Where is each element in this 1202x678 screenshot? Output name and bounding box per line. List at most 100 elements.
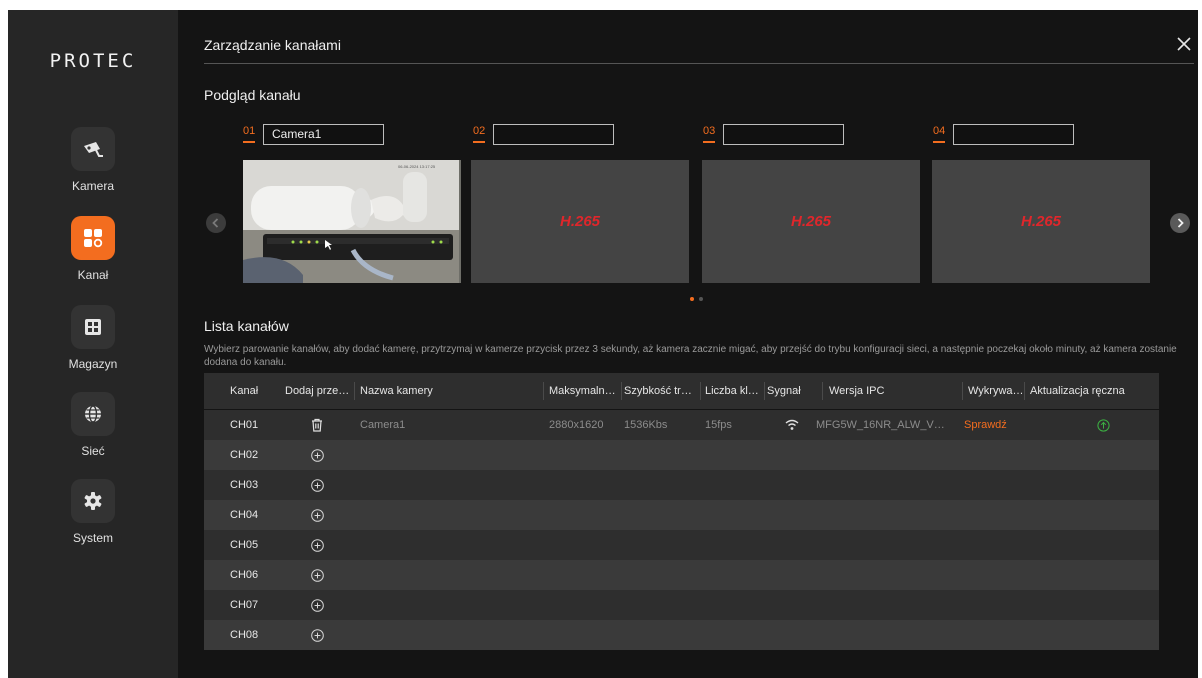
add-camera-button[interactable] — [311, 530, 324, 560]
preview-channel-header: 04 — [933, 123, 1083, 147]
plus-circle-icon — [311, 568, 324, 582]
sidebar: PROTEC Kamera Kanał Magazyn Sieć System — [8, 10, 178, 678]
globe-icon — [71, 392, 115, 436]
channel-grid-icon — [71, 216, 115, 260]
gear-icon — [71, 479, 115, 523]
sidebar-item-system[interactable]: System — [8, 479, 178, 559]
table-row[interactable]: CH01 Camera1 2880x1620 1536Kbs 15fps MFG… — [204, 410, 1159, 440]
storage-icon — [71, 305, 115, 349]
close-button[interactable] — [1174, 34, 1194, 54]
channel-id: CH03 — [230, 479, 259, 491]
frame-rate: 15fps — [705, 419, 732, 431]
channel-id: CH01 — [230, 419, 259, 431]
column-header: Sygnał — [767, 385, 801, 397]
pairing-instructions: Wybierz parowanie kanałów, aby dodać kam… — [204, 344, 1177, 368]
channel-number: 03 — [703, 125, 716, 143]
add-camera-button[interactable] — [311, 620, 324, 650]
preview-channel-header: 02 — [473, 123, 623, 147]
wifi-signal-icon — [785, 410, 799, 440]
chevron-left-icon — [212, 218, 219, 228]
channel-id: CH04 — [230, 509, 259, 521]
chevron-right-icon — [1177, 218, 1184, 228]
table-row[interactable]: CH03 — [204, 470, 1159, 500]
table-row[interactable]: CH08 — [204, 620, 1159, 650]
add-camera-button[interactable] — [311, 560, 324, 590]
channel-name-field[interactable]: Camera1 — [263, 124, 384, 145]
add-camera-button[interactable] — [311, 440, 324, 470]
channel-number: 01 — [243, 125, 256, 143]
column-divider[interactable] — [621, 382, 622, 400]
bitrate: 1536Kbs — [624, 419, 668, 431]
max-resolution: 2880x1620 — [549, 419, 604, 431]
column-divider[interactable] — [354, 382, 355, 400]
plus-circle-icon — [311, 478, 324, 492]
sidebar-item-label: Kanał — [77, 268, 109, 282]
table-row[interactable]: CH02 — [204, 440, 1159, 470]
delete-camera-button[interactable] — [310, 410, 324, 440]
check-link[interactable]: Sprawdź — [964, 410, 1007, 440]
main-panel: Zarządzanie kanałami Podgląd kanału 01 C… — [178, 10, 1198, 678]
title-divider — [204, 63, 1194, 64]
add-camera-button[interactable] — [311, 500, 324, 530]
sidebar-item-label: Kamera — [71, 179, 115, 193]
channel-preview-tile[interactable]: H.265 — [471, 160, 689, 283]
previous-page-button[interactable] — [206, 213, 226, 233]
preview-channel-header: 01 Camera1 — [243, 123, 393, 147]
column-header: Nazwa kamery — [360, 385, 433, 397]
upgrade-arrow-icon — [1097, 418, 1110, 432]
sidebar-item-label: System — [72, 531, 113, 545]
column-divider[interactable] — [543, 382, 544, 400]
add-camera-button[interactable] — [311, 590, 324, 620]
channel-number: 02 — [473, 125, 486, 143]
table-row[interactable]: CH07 — [204, 590, 1159, 620]
codec-label: H.265 — [790, 213, 832, 230]
column-divider[interactable] — [1024, 382, 1025, 400]
table-row[interactable]: CH06 — [204, 560, 1159, 590]
codec-label: H.265 — [1020, 213, 1062, 230]
camera-icon — [71, 127, 115, 171]
plus-circle-icon — [311, 508, 324, 522]
page-indicator-dot-active[interactable] — [690, 297, 694, 301]
sidebar-item-label: Sieć — [81, 444, 105, 458]
column-header: Maksymaln… — [549, 385, 616, 397]
column-divider[interactable] — [700, 382, 701, 400]
column-header: Aktualizacja ręczna — [1030, 385, 1125, 397]
logo: PROTEC — [49, 50, 137, 72]
plus-circle-icon — [311, 598, 324, 612]
next-page-button[interactable] — [1170, 213, 1190, 233]
column-divider[interactable] — [962, 382, 963, 400]
channel-id: CH07 — [230, 599, 259, 611]
channel-id: CH02 — [230, 449, 259, 461]
svg-text:06-06-2024 13:17:25: 06-06-2024 13:17:25 — [398, 164, 436, 169]
page-title: Zarządzanie kanałami — [204, 37, 341, 53]
column-divider[interactable] — [764, 382, 765, 400]
channel-preview-tile[interactable]: H.265 — [702, 160, 920, 283]
column-divider[interactable] — [822, 382, 823, 400]
sidebar-item-network[interactable]: Sieć — [8, 392, 178, 472]
channel-name-field[interactable] — [493, 124, 614, 145]
manual-update-button[interactable] — [1097, 410, 1110, 440]
column-header: Liczba kl… — [705, 385, 759, 397]
column-header: Kanał — [230, 385, 259, 397]
table-row[interactable]: CH04 — [204, 500, 1159, 530]
codec-label: H.265 — [559, 213, 601, 230]
plus-circle-icon — [311, 448, 324, 462]
channel-name-field[interactable] — [723, 124, 844, 145]
page-indicator-dot[interactable] — [699, 297, 703, 301]
column-header: Dodaj prze… — [285, 385, 350, 397]
sidebar-item-storage[interactable]: Magazyn — [8, 305, 178, 385]
camera-preview-tile[interactable]: 06-06-2024 13:17:25 — [243, 160, 461, 283]
sidebar-item-camera[interactable]: Kamera — [8, 127, 178, 207]
camera-feed-image: 06-06-2024 13:17:25 — [243, 160, 459, 283]
channel-list-title: Lista kanałów — [204, 318, 289, 334]
column-header: Wersja IPC — [829, 385, 885, 397]
close-icon — [1177, 37, 1191, 51]
sidebar-item-channel[interactable]: Kanał — [8, 216, 178, 296]
table-row[interactable]: CH05 — [204, 530, 1159, 560]
preview-channel-header: 03 — [703, 123, 853, 147]
column-header: Wykrywa… — [968, 385, 1024, 397]
channel-name-field[interactable] — [953, 124, 1074, 145]
channel-preview-tile[interactable]: H.265 — [932, 160, 1150, 283]
channel-id: CH08 — [230, 629, 259, 641]
add-camera-button[interactable] — [311, 470, 324, 500]
